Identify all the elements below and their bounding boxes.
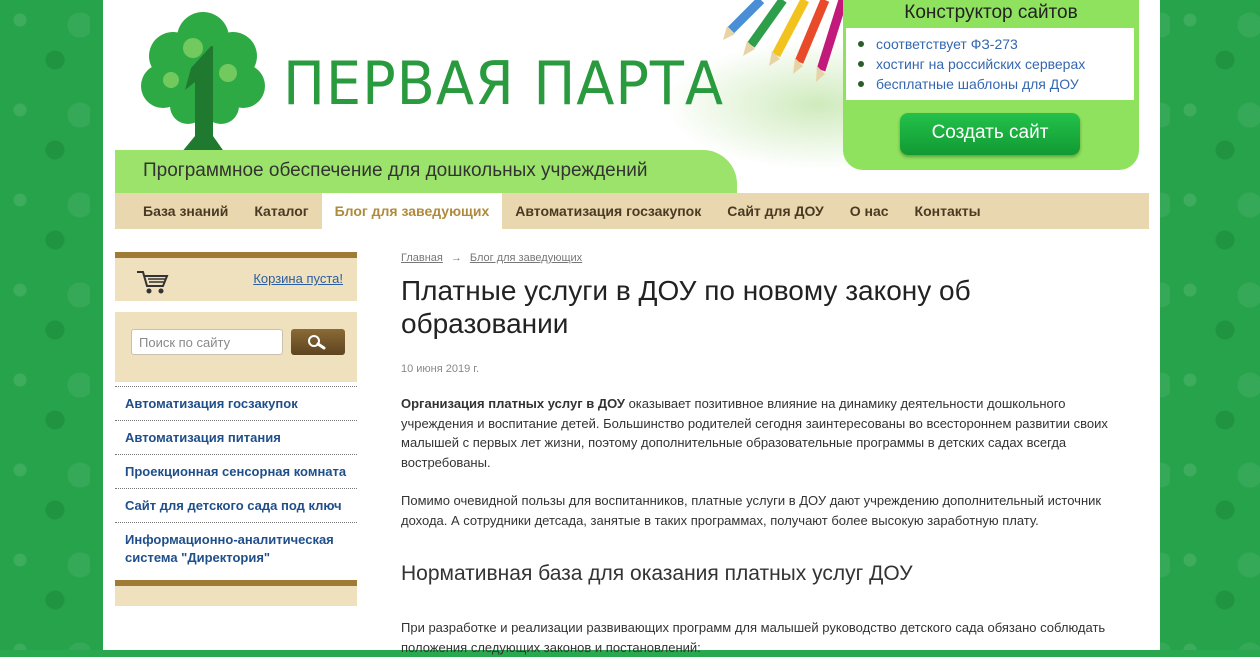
paragraph-bold-lead: Организация платных услуг в ДОУ: [401, 396, 625, 411]
nav-item-blog[interactable]: Блог для заведующих: [321, 193, 503, 229]
promo-feature-item: бесплатные шаблоны для ДОУ: [858, 74, 1134, 94]
nav-item-contacts[interactable]: Контакты: [902, 193, 994, 229]
article-paragraph-1: Организация платных услуг в ДОУ оказывае…: [401, 394, 1131, 472]
promo-feature-text: соответствует ФЗ-273: [876, 36, 1018, 52]
breadcrumb-home-link[interactable]: Главная: [401, 252, 443, 264]
sidebar-item-sensory-room[interactable]: Проекционная сенсорная комната: [115, 454, 357, 488]
nav-item-site-for-dou[interactable]: Сайт для ДОУ: [714, 193, 836, 229]
article-paragraph-3: При разработке и реализации развивающих …: [401, 620, 1106, 655]
article: Главная → Блог для заведующих Платные услу…: [401, 252, 1131, 657]
nav-item-catalog[interactable]: Каталог: [241, 193, 321, 229]
nav-item-procurement-automation[interactable]: Автоматизация госзакупок: [502, 193, 714, 229]
section-heading: Нормативная база для оказания платных ус…: [401, 562, 913, 585]
bullet-icon: [858, 41, 864, 47]
sidebar-next-box: [115, 580, 357, 606]
search-button[interactable]: [291, 329, 345, 355]
tree-logo-icon[interactable]: [133, 8, 273, 153]
promo-feature-item: соответствует ФЗ-273: [858, 34, 1134, 54]
site-builder-promo: Конструктор сайтов соответствует ФЗ-273 …: [843, 0, 1139, 170]
bullet-icon: [858, 81, 864, 87]
page-title: Платные услуги в ДОУ по новому закону об…: [401, 275, 971, 339]
page-container: ПЕРВАЯ ПАРТА Программное обеспечение для…: [103, 0, 1160, 655]
site-subtitle: Программное обеспечение для дошкольных у…: [143, 160, 648, 181]
sidebar-item-nutrition-automation[interactable]: Автоматизация питания: [115, 420, 357, 454]
sidebar-item-turnkey-site[interactable]: Сайт для детского сада под ключ: [115, 488, 357, 522]
breadcrumb-blog-link[interactable]: Блог для заведующих: [470, 252, 582, 264]
cart-status-link[interactable]: Корзина пуста!: [253, 271, 343, 286]
shopping-cart-icon[interactable]: [135, 269, 171, 295]
breadcrumb: Главная → Блог для заведующих: [401, 252, 1131, 264]
article-date: 10 июня 2019 г.: [401, 363, 480, 375]
logo-text[interactable]: ПЕРВАЯ ПАРТА: [283, 48, 724, 120]
nav-item-knowledge-base[interactable]: База знаний: [115, 193, 241, 229]
search-widget: [115, 312, 357, 382]
cart-widget: Корзина пуста!: [115, 258, 357, 301]
magnifier-icon: [308, 335, 326, 350]
promo-feature-text: хостинг на российских серверах: [876, 56, 1086, 72]
subtitle-band: Программное обеспечение для дошкольных у…: [115, 150, 737, 193]
sidebar-item-procurement-automation[interactable]: Автоматизация госзакупок: [115, 386, 357, 420]
main-nav: База знаний Каталог Блог для заведующих …: [115, 193, 1149, 229]
site-header: ПЕРВАЯ ПАРТА Программное обеспечение для…: [103, 0, 1160, 193]
promo-feature-list: соответствует ФЗ-273 хостинг на российск…: [846, 28, 1134, 100]
promo-feature-item: хостинг на российских серверах: [858, 54, 1134, 74]
sidebar-item-directoria[interactable]: Информационно-аналитическая система "Дир…: [115, 522, 357, 574]
bullet-icon: [858, 61, 864, 67]
search-input[interactable]: [131, 329, 283, 355]
create-site-button[interactable]: Создать сайт: [900, 113, 1080, 155]
nav-item-about[interactable]: О нас: [837, 193, 902, 229]
breadcrumb-separator: →: [450, 252, 462, 264]
promo-title: Конструктор сайтов: [904, 2, 1078, 23]
sidebar: Корзина пуста! Автоматизация госзакупок …: [115, 252, 357, 606]
promo-feature-text: бесплатные шаблоны для ДОУ: [876, 76, 1079, 92]
article-paragraph-2: Помимо очевидной пользы для воспитаннико…: [401, 493, 1102, 528]
color-pencils-image: [723, 0, 848, 82]
sidebar-menu: Автоматизация госзакупок Автоматизация п…: [115, 386, 357, 574]
